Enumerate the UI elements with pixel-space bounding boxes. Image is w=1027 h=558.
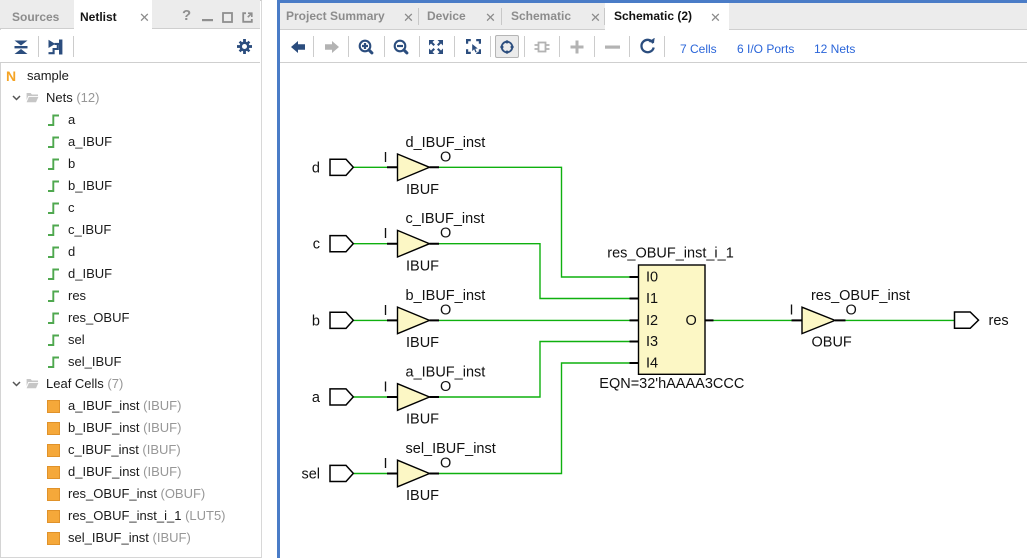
svg-text:OBUF: OBUF: [812, 334, 852, 350]
svg-text:O: O: [440, 302, 451, 318]
svg-text:O: O: [440, 456, 451, 472]
svg-text:O: O: [846, 303, 857, 319]
svg-text:IBUF: IBUF: [406, 335, 439, 351]
svg-text:O: O: [440, 149, 451, 165]
svg-text:I: I: [384, 380, 388, 396]
svg-text:O: O: [686, 313, 697, 329]
svg-text:O: O: [440, 379, 451, 395]
svg-text:res_OBUF_inst: res_OBUF_inst: [811, 288, 910, 304]
svg-text:I3: I3: [646, 334, 658, 350]
svg-text:d: d: [312, 160, 320, 176]
svg-text:res_OBUF_inst_i_1: res_OBUF_inst_i_1: [607, 246, 734, 262]
svg-text:IBUF: IBUF: [406, 488, 439, 504]
svg-text:res: res: [989, 313, 1009, 329]
svg-text:sel: sel: [301, 467, 320, 483]
svg-text:I0: I0: [646, 270, 658, 286]
svg-text:I: I: [384, 303, 388, 319]
svg-text:IBUF: IBUF: [406, 258, 439, 274]
svg-text:I: I: [790, 303, 794, 319]
svg-text:b: b: [312, 313, 320, 329]
svg-text:IBUF: IBUF: [406, 412, 439, 428]
svg-text:I: I: [384, 150, 388, 166]
svg-text:I2: I2: [646, 313, 658, 329]
svg-text:IBUF: IBUF: [406, 182, 439, 198]
svg-text:I1: I1: [646, 291, 658, 307]
svg-text:a: a: [312, 390, 321, 406]
svg-text:c: c: [313, 237, 320, 253]
svg-text:I: I: [384, 226, 388, 242]
svg-text:I: I: [384, 456, 388, 472]
svg-text:I4: I4: [646, 356, 658, 372]
svg-text:O: O: [440, 226, 451, 242]
svg-text:EQN=32'hAAAA3CCC: EQN=32'hAAAA3CCC: [599, 376, 744, 392]
